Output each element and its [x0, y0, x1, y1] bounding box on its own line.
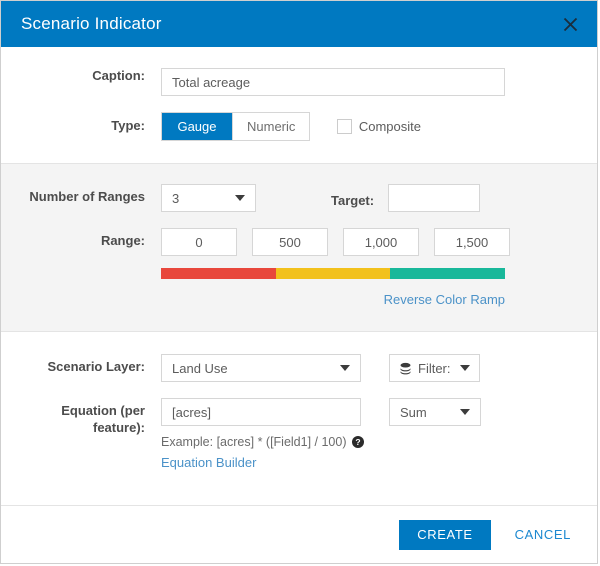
equation-label-line1: Equation (per	[61, 403, 145, 418]
reverse-color-ramp-link[interactable]: Reverse Color Ramp	[384, 292, 505, 307]
create-button[interactable]: CREATE	[399, 519, 491, 550]
color-ramp-segment-0	[161, 268, 276, 279]
svg-text:?: ?	[355, 437, 360, 447]
equation-label-line2: feature):	[92, 420, 145, 435]
type-label: Type:	[111, 118, 145, 133]
number-of-ranges-select[interactable]: 3	[161, 184, 256, 212]
equation-input[interactable]	[161, 398, 361, 426]
caption-row: Caption:	[1, 68, 597, 96]
color-ramp-segment-1	[275, 268, 391, 279]
type-row: Type: Gauge Numeric Composite	[1, 112, 597, 141]
scenario-layer-value: Land Use	[172, 360, 228, 376]
aggregation-select[interactable]: Sum	[389, 398, 481, 426]
help-circle-icon[interactable]: ?	[351, 436, 364, 448]
scenario-layer-select[interactable]: Land Use	[161, 354, 361, 382]
ranges-section: Number of Ranges 3 Target: Range: 0 500 …	[1, 163, 597, 332]
type-toggle-group: Gauge Numeric	[161, 112, 311, 141]
color-ramp-segment-2	[390, 268, 506, 279]
composite-checkbox-box[interactable]	[336, 119, 352, 134]
caption-input[interactable]	[161, 68, 505, 96]
filter-button[interactable]: Filter:	[389, 354, 480, 382]
chevron-down-icon	[460, 409, 470, 415]
target-label: Target:	[331, 192, 375, 208]
range-input-0[interactable]	[161, 228, 237, 256]
equation-builder-link[interactable]: Equation Builder	[161, 455, 256, 470]
composite-checkbox-label: Composite	[358, 119, 421, 134]
composite-checkbox[interactable]: Composite	[336, 119, 421, 134]
aggregation-value: Sum	[400, 404, 427, 420]
range-input-3[interactable]	[434, 228, 510, 256]
dialog-titlebar: Scenario Indicator	[1, 1, 597, 47]
target-input[interactable]	[388, 184, 481, 212]
layers-stack-icon	[399, 362, 412, 375]
range-label: Range:	[100, 233, 145, 248]
number-of-ranges-row: Number of Ranges 3 Target:	[1, 184, 597, 212]
caption-label: Caption:	[92, 68, 145, 83]
filter-button-label: Filter:	[418, 360, 451, 376]
scenario-indicator-dialog: Scenario Indicator Caption: Type: Gauge …	[0, 0, 598, 564]
equation-example-text: Example: [acres] * ([Field1] / 100)	[161, 435, 347, 449]
range-input-1[interactable]	[252, 228, 328, 256]
scenario-layer-label: Scenario Layer:	[47, 359, 145, 374]
equation-row: Equation (per feature): Sum Example: [ac…	[1, 398, 597, 472]
chevron-down-icon	[459, 365, 470, 371]
basic-settings-section: Caption: Type: Gauge Numeric Composite	[1, 47, 597, 163]
scenario-layer-row: Scenario Layer: Land Use Filter:	[1, 354, 597, 382]
range-input-2[interactable]	[343, 228, 419, 256]
chevron-down-icon	[235, 195, 245, 201]
color-ramp[interactable]	[161, 268, 506, 279]
dialog-title: Scenario Indicator	[21, 14, 162, 33]
type-option-gauge[interactable]: Gauge	[162, 113, 232, 140]
layer-equation-section: Scenario Layer: Land Use Filter: Equatio…	[1, 332, 597, 472]
chevron-down-icon	[340, 365, 350, 371]
number-of-ranges-label: Number of Ranges	[29, 189, 145, 204]
equation-example: Example: [acres] * ([Field1] / 100) ?	[161, 435, 597, 449]
number-of-ranges-value: 3	[172, 190, 180, 206]
dialog-footer: CREATE CANCEL	[1, 505, 597, 563]
close-icon[interactable]	[557, 11, 583, 37]
range-values-row: Range: Reverse Color Ramp	[1, 228, 597, 309]
cancel-button[interactable]: CANCEL	[509, 526, 577, 543]
type-option-numeric[interactable]: Numeric	[232, 113, 310, 140]
equation-label: Equation (per feature):	[1, 398, 161, 436]
